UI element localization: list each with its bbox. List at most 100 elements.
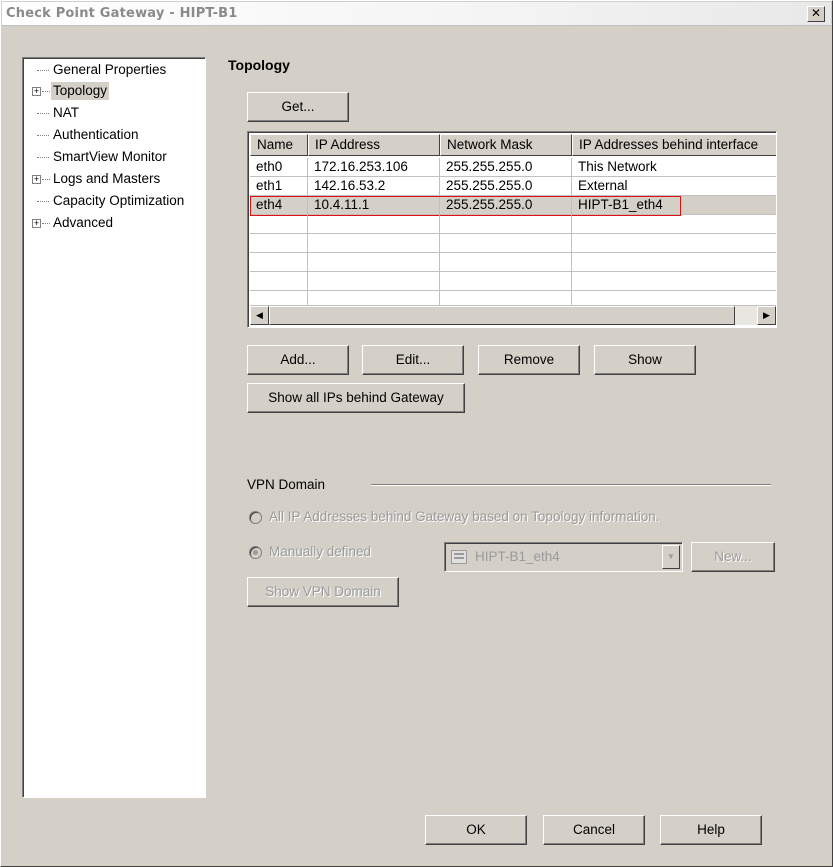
chevron-down-icon[interactable]: ▼ [662, 545, 680, 569]
empty-cell [250, 253, 308, 272]
empty-cell [440, 253, 572, 272]
window-title: Check Point Gateway - HIPT-B1 [6, 6, 238, 21]
tree-connector [37, 201, 49, 202]
empty-cell [572, 234, 776, 253]
tree-connector [37, 113, 49, 114]
column-header-name[interactable]: Name [250, 134, 308, 156]
add-button[interactable]: Add... [247, 345, 349, 375]
radio-manually-defined[interactable] [249, 546, 262, 559]
empty-cell [250, 291, 308, 306]
tree-connector [42, 179, 50, 180]
tree-item-general-properties[interactable]: General Properties [23, 61, 203, 79]
close-icon: ✕ [810, 6, 822, 20]
cell-ip-behind: This Network [572, 158, 776, 177]
tree-item-label: General Properties [53, 62, 167, 77]
vpn-domain-select[interactable]: HIPT-B1_eth4 ▼ [444, 542, 683, 572]
close-button[interactable]: ✕ [807, 6, 825, 22]
group-divider [371, 484, 771, 486]
add-button-label: Add... [280, 352, 316, 367]
tree-connector [37, 135, 49, 136]
tree-item-nat[interactable]: NAT [23, 104, 203, 122]
empty-cell [440, 234, 572, 253]
empty-cell [308, 234, 440, 253]
show-vpn-domain-button[interactable]: Show VPN Domain [247, 577, 399, 607]
new-button[interactable]: New... [691, 542, 775, 572]
expand-plus-icon[interactable]: + [32, 87, 41, 96]
cell-ip-behind: External [572, 177, 776, 196]
cell-network-mask: 255.255.255.0 [440, 196, 572, 215]
tree-item-label: Topology [51, 82, 110, 100]
radio-all-ip-addresses[interactable] [249, 511, 262, 524]
empty-cell [308, 253, 440, 272]
cell-ip-address: 172.16.253.106 [308, 158, 440, 177]
title-bar[interactable]: Check Point Gateway - HIPT-B1 ✕ [2, 2, 831, 26]
cell-name: eth1 [250, 177, 308, 196]
empty-cell [572, 253, 776, 272]
show-all-ips-label: Show all IPs behind Gateway [268, 390, 444, 405]
show-all-ips-button[interactable]: Show all IPs behind Gateway [247, 383, 465, 413]
cell-ip-address: 10.4.11.1 [308, 196, 440, 215]
ok-button-label: OK [466, 822, 486, 837]
empty-cell [440, 291, 572, 306]
cell-ip-behind: HIPT-B1_eth4 [572, 196, 776, 215]
tree-item-label: Capacity Optimization [53, 193, 185, 208]
help-button-label: Help [697, 822, 725, 837]
expand-plus-icon[interactable]: + [32, 219, 41, 228]
ok-button[interactable]: OK [425, 815, 527, 845]
scroll-right-icon[interactable]: ▶ [757, 306, 776, 325]
get-button-label: Get... [281, 99, 315, 114]
tree-item-logs-and-masters[interactable]: + Logs and Masters [23, 170, 203, 188]
column-header-ip-behind-interface[interactable]: IP Addresses behind interface [572, 134, 776, 156]
radio-manually-defined-label: Manually defined [269, 544, 372, 559]
show-button[interactable]: Show [594, 345, 696, 375]
tree-item-smartview-monitor[interactable]: SmartView Monitor [23, 148, 203, 166]
empty-cell [572, 215, 776, 234]
tree-connector [37, 70, 49, 71]
scroll-left-icon[interactable]: ◀ [250, 306, 269, 325]
cancel-button-label: Cancel [572, 822, 616, 837]
cell-ip-address: 142.16.53.2 [308, 177, 440, 196]
show-vpn-domain-label: Show VPN Domain [265, 584, 381, 599]
dialog-window: Check Point Gateway - HIPT-B1 ✕ General … [0, 0, 833, 867]
remove-button[interactable]: Remove [478, 345, 580, 375]
page-title: Topology [228, 57, 290, 73]
tree-connector [42, 223, 50, 224]
tree-item-advanced[interactable]: + Advanced [23, 214, 203, 232]
remove-button-label: Remove [503, 352, 555, 367]
table-row-selected[interactable]: eth4 10.4.11.1 255.255.255.0 HIPT-B1_eth… [250, 196, 776, 215]
tree-item-authentication[interactable]: Authentication [23, 126, 203, 144]
empty-cell [308, 272, 440, 291]
vpn-domain-group-label: VPN Domain [247, 477, 326, 492]
vpn-domain-select-value: HIPT-B1_eth4 [475, 549, 560, 564]
horizontal-scrollbar[interactable]: ◀ ▶ [250, 306, 776, 325]
tree-item-capacity-optimization[interactable]: Capacity Optimization [23, 192, 203, 210]
cancel-button[interactable]: Cancel [543, 815, 645, 845]
tree-item-label: SmartView Monitor [53, 149, 167, 164]
edit-button[interactable]: Edit... [362, 345, 464, 375]
new-button-label: New... [714, 549, 752, 564]
empty-cell [308, 291, 440, 306]
empty-cell [572, 291, 776, 306]
expand-plus-icon[interactable]: + [32, 175, 41, 184]
network-group-icon [451, 550, 467, 564]
empty-cell [440, 215, 572, 234]
get-button[interactable]: Get... [247, 92, 349, 122]
cell-name: eth4 [250, 196, 308, 215]
empty-cell [572, 272, 776, 291]
cell-network-mask: 255.255.255.0 [440, 158, 572, 177]
radio-all-ip-addresses-label: All IP Addresses behind Gateway based on… [269, 509, 660, 524]
tree-item-label: NAT [53, 105, 79, 120]
column-header-ip-address[interactable]: IP Address [308, 134, 440, 156]
empty-cell [250, 272, 308, 291]
empty-cell [440, 272, 572, 291]
column-header-network-mask[interactable]: Network Mask [440, 134, 572, 156]
cell-network-mask: 255.255.255.0 [440, 177, 572, 196]
cell-name: eth0 [250, 158, 308, 177]
empty-cell [250, 215, 308, 234]
tree-item-label: Authentication [53, 127, 139, 142]
tree-item-topology[interactable]: + Topology [23, 82, 203, 100]
scrollbar-thumb[interactable] [269, 306, 735, 325]
edit-button-label: Edit... [395, 352, 431, 367]
help-button[interactable]: Help [660, 815, 762, 845]
navigation-tree: General Properties + Topology NAT Authen… [22, 57, 206, 798]
